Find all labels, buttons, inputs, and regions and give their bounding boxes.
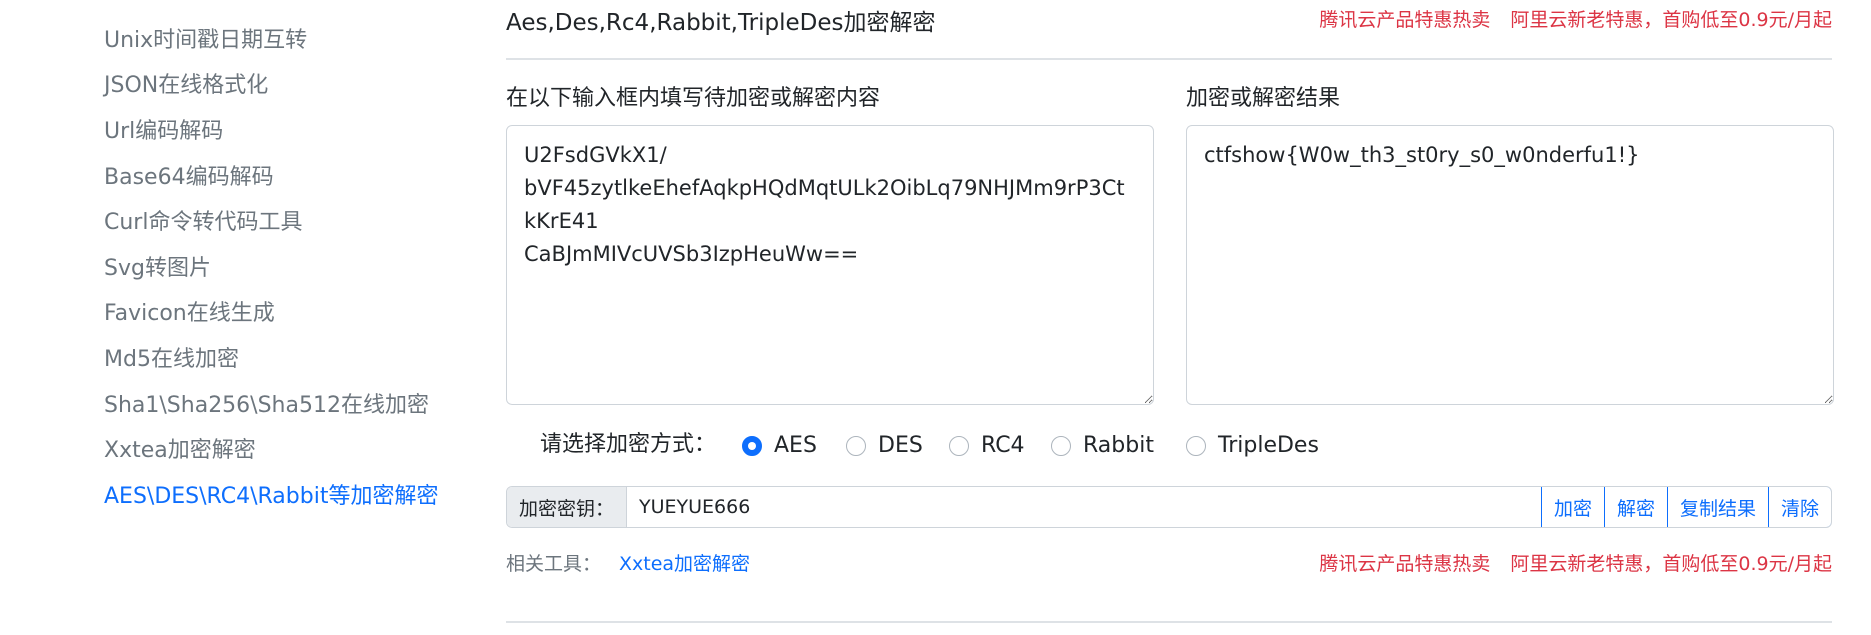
footer-promo: 腾讯云产品特惠热卖 阿里云新老特惠，首购低至0.9元/月起: [1299, 551, 1832, 577]
radio-unchecked-icon[interactable]: [1051, 436, 1071, 456]
promo-link-aliyun[interactable]: 阿里云新老特惠，首购低至0.9元/月起: [1510, 9, 1832, 31]
output-label: 加密或解密结果: [1186, 86, 1341, 111]
radio-des[interactable]: DES: [846, 429, 923, 463]
radio-label-des: DES: [878, 433, 923, 458]
radio-rabbit[interactable]: Rabbit: [1051, 429, 1154, 463]
related-tools-label: 相关工具：: [506, 553, 602, 575]
key-input-group: 加密密钥： 加密 解密 复制结果 清除: [506, 486, 1832, 528]
input-textarea[interactable]: U2FsdGVkX1/ bVF45zytlkeEhefAqkpHQdMqtULk…: [506, 125, 1154, 405]
sidebar-item-curl[interactable]: Curl命令转代码工具: [104, 208, 302, 238]
input-label: 在以下输入框内填写待加密或解密内容: [506, 86, 881, 111]
header-promo: 腾讯云产品特惠热卖 阿里云新老特惠，首购低至0.9元/月起: [1299, 7, 1832, 33]
key-input[interactable]: [627, 487, 1541, 527]
sidebar-item-svg[interactable]: Svg转图片: [104, 254, 211, 284]
sidebar-item-md5[interactable]: Md5在线加密: [104, 345, 239, 375]
sidebar-item-aes-active[interactable]: AES\DES\RC4\Rabbit等加密解密: [104, 482, 438, 512]
method-selector: 请选择加密方式： AES DES RC4 Rabbit TripleDes: [506, 429, 1832, 463]
sidebar-item-xxtea[interactable]: Xxtea加密解密: [104, 436, 256, 466]
radio-label-aes: AES: [774, 433, 817, 458]
promo-link-aliyun[interactable]: 阿里云新老特惠，首购低至0.9元/月起: [1510, 553, 1832, 575]
radio-label-rc4: RC4: [981, 433, 1025, 458]
sidebar-item-favicon[interactable]: Favicon在线生成: [104, 299, 275, 329]
method-label: 请选择加密方式：: [540, 432, 717, 457]
page-title: Aes,Des,Rc4,Rabbit,TripleDes加密解密: [506, 10, 936, 36]
footer-divider: [506, 621, 1832, 623]
radio-rc4[interactable]: RC4: [949, 429, 1025, 463]
radio-unchecked-icon[interactable]: [846, 436, 866, 456]
sidebar-item-url-encode[interactable]: Url编码解码: [104, 117, 223, 147]
clear-button[interactable]: 清除: [1767, 487, 1831, 527]
copy-result-button[interactable]: 复制结果: [1666, 487, 1768, 527]
sidebar-item-sha[interactable]: Sha1\Sha256\Sha512在线加密: [104, 391, 429, 421]
radio-checked-icon[interactable]: [742, 436, 762, 456]
promo-link-tencent[interactable]: 腾讯云产品特惠热卖: [1319, 9, 1490, 31]
sidebar-item-base64[interactable]: Base64编码解码: [104, 163, 274, 193]
radio-unchecked-icon[interactable]: [1186, 436, 1206, 456]
output-textarea[interactable]: ctfshow{W0w_th3_st0ry_s0_w0nderfu1!}: [1186, 125, 1834, 405]
header-divider: [506, 58, 1832, 60]
radio-tripledes[interactable]: TripleDes: [1186, 429, 1319, 463]
radio-label-tripledes: TripleDes: [1218, 433, 1319, 458]
radio-label-rabbit: Rabbit: [1083, 433, 1154, 458]
decrypt-button[interactable]: 解密: [1603, 487, 1667, 527]
sidebar-item-unix-timestamp[interactable]: Unix时间戳日期互转: [104, 26, 307, 56]
encrypt-button[interactable]: 加密: [1541, 487, 1604, 527]
related-tool-link[interactable]: Xxtea加密解密: [619, 553, 750, 575]
radio-unchecked-icon[interactable]: [949, 436, 969, 456]
related-tools: 相关工具： Xxtea加密解密: [506, 551, 750, 577]
main-content: Aes,Des,Rc4,Rabbit,TripleDes加密解密 腾讯云产品特惠…: [506, 0, 1834, 635]
key-label: 加密密钥：: [507, 487, 627, 527]
sidebar-item-json-format[interactable]: JSON在线格式化: [104, 71, 268, 101]
action-buttons: 加密 解密 复制结果 清除: [1540, 487, 1831, 527]
radio-aes[interactable]: AES: [742, 429, 817, 463]
promo-link-tencent[interactable]: 腾讯云产品特惠热卖: [1319, 553, 1490, 575]
